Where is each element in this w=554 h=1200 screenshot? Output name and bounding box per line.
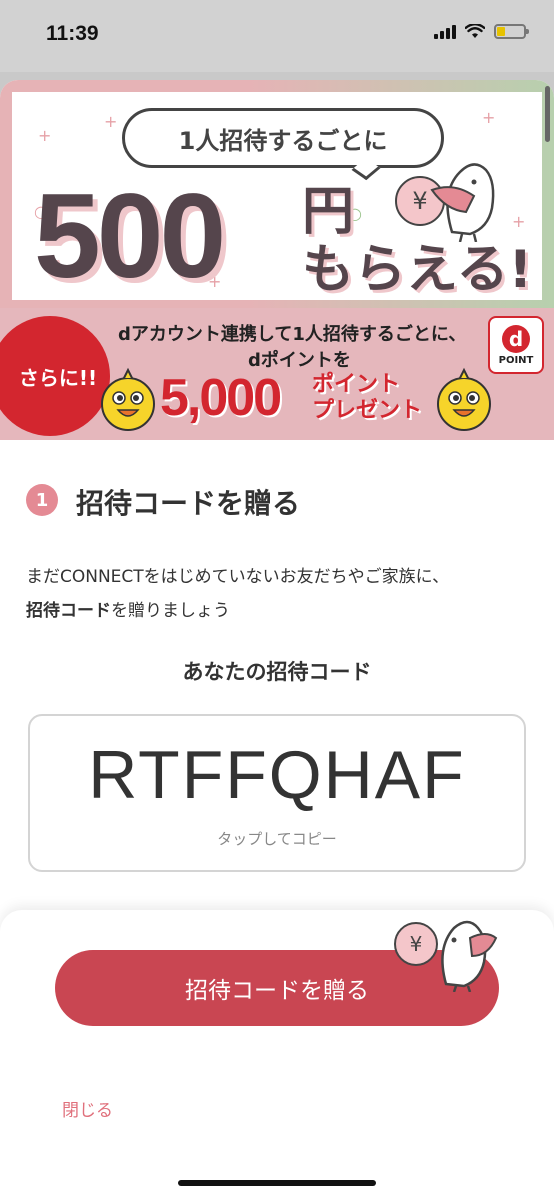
battery-icon	[494, 24, 529, 39]
dpoint-amount: 5,000	[160, 369, 282, 427]
sparkle-icon: +	[482, 108, 496, 127]
invite-code-label: あなたの招待コード	[182, 660, 372, 684]
sparkle-icon: +	[38, 126, 52, 145]
dpoint-logo-text: POINT	[498, 354, 534, 366]
invite-code-value[interactable]: RTFFQHAF	[30, 736, 524, 814]
promo-banner-card: + + ○ + + + ○ 1人招待するごとに 500 円 もらえる! ¥	[12, 92, 542, 300]
dpoint-logo: d POINT	[488, 316, 544, 374]
chick-mascot-icon	[437, 367, 491, 431]
home-indicator[interactable]	[178, 1180, 376, 1186]
invite-sheet: + + ○ + + + ○ 1人招待するごとに 500 円 もらえる! ¥ さら…	[0, 80, 554, 1200]
sparkle-icon: +	[104, 112, 118, 131]
description-line1: まだCONNECTをはじめていないお友だちやご家族に、	[26, 567, 450, 587]
chick-mascot-icon	[101, 367, 155, 431]
reward-amount: 500	[34, 169, 226, 303]
dpoint-logo-letter: d	[502, 324, 530, 353]
dpoint-label-line2: プレゼント	[312, 398, 423, 423]
dpoint-banner: さらに!! dアカウント連携して1人招待するごとに、 dポイントを 5,000 …	[0, 308, 554, 440]
reward-unit: 円	[302, 182, 355, 242]
close-link[interactable]: 閉じる	[62, 1096, 113, 1121]
section-description: まだCONNECTをはじめていないお友だちやご家族に、 招待コードを贈りましょう	[26, 560, 536, 628]
reward-receive-text: もらえる!	[302, 240, 533, 300]
signal-icon	[434, 24, 456, 39]
bird-icon	[430, 163, 495, 242]
dpoint-label: ポイント プレゼント	[312, 372, 422, 424]
invite-code-box[interactable]: RTFFQHAF タップしてコピー	[28, 714, 526, 872]
scrollbar[interactable]	[545, 86, 550, 142]
extra-badge: さらに!!	[0, 316, 110, 436]
speech-bubble: 1人招待するごとに	[122, 108, 444, 168]
description-bold: 招待コード	[26, 601, 111, 621]
dpoint-label-line1: ポイント	[312, 372, 401, 397]
bottom-action-panel: 招待コードを贈る ¥ 閉じる	[0, 910, 554, 1200]
wifi-icon	[465, 24, 485, 38]
promo-banner: + + ○ + + + ○ 1人招待するごとに 500 円 もらえる! ¥	[0, 80, 554, 308]
status-bar: 11:39	[0, 0, 554, 72]
copy-hint: タップしてコピー	[217, 830, 337, 848]
section-title: 招待コードを贈る	[76, 487, 301, 520]
step-number-badge: 1	[26, 484, 58, 516]
status-icons	[434, 24, 529, 39]
bird-icon	[441, 920, 498, 992]
description-line2: 招待コードを贈りましょう	[26, 594, 536, 628]
status-time: 11:39	[46, 22, 99, 45]
sparkle-icon: +	[512, 212, 526, 231]
description-rest: を贈りましょう	[111, 601, 230, 621]
dpoint-banner-line1: dアカウント連携して1人招待するごとに、	[118, 324, 467, 345]
